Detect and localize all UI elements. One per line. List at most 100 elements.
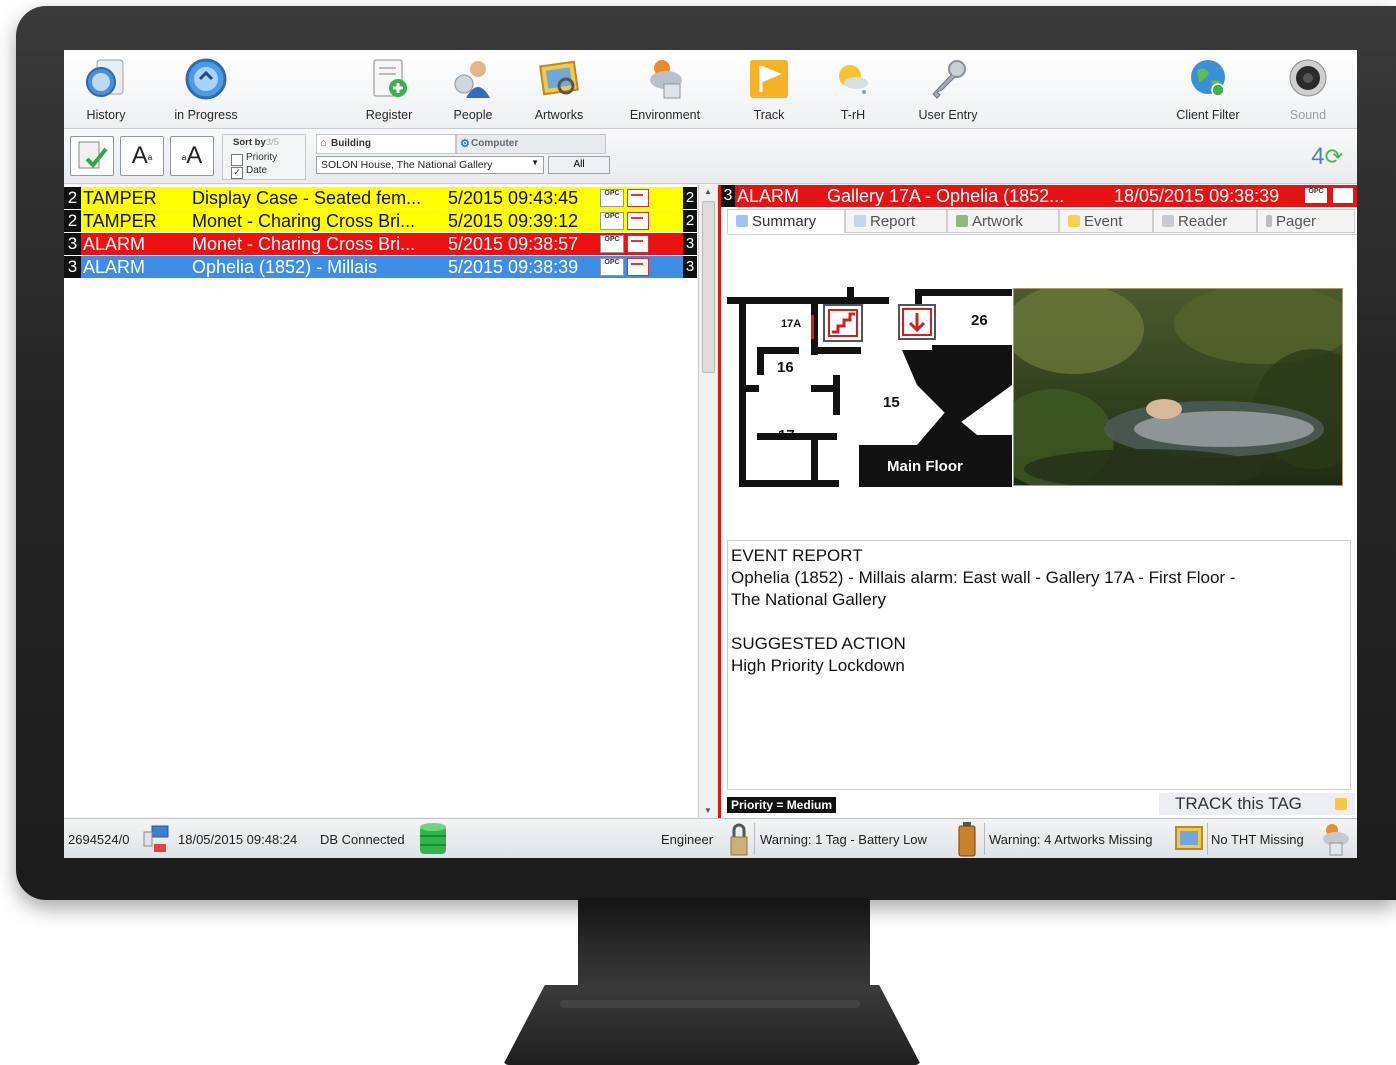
detail-priority: 3: [721, 185, 735, 207]
font-increase-button[interactable]: ᵃA: [170, 136, 214, 176]
toolbar-track-button[interactable]: Track: [742, 52, 796, 126]
register-icon: [373, 59, 407, 97]
building-icon: ⌂: [320, 137, 327, 149]
tab-event[interactable]: Event: [1059, 209, 1153, 233]
tab-artwork-label: Artwork: [972, 213, 1023, 230]
location-all-label: All: [573, 159, 585, 170]
event-row-selected[interactable]: 3 ALARM Ophelia (1852) - Millais 5/2015 …: [64, 256, 697, 278]
status-user: Engineer: [661, 832, 714, 847]
event-priority: 3: [64, 233, 81, 255]
refresh-icon: ⟳: [1324, 144, 1343, 169]
monitor-stand-base: [503, 985, 921, 1065]
toolbar-in-progress-button[interactable]: in Progress: [164, 52, 248, 126]
speaker-icon: [1289, 59, 1327, 97]
tab-reader[interactable]: Reader: [1153, 209, 1257, 233]
tab-summary[interactable]: Summary: [727, 209, 845, 233]
artwork-missing-icon: [1174, 823, 1204, 856]
opc-badge: OPC: [600, 212, 624, 230]
tab-artwork[interactable]: Artwork: [947, 209, 1059, 233]
scrollbar-thumb[interactable]: [702, 201, 715, 373]
event-row[interactable]: 3 ALARM Monet - Charing Cross Bri... 5/2…: [64, 233, 697, 255]
key-icon: [932, 60, 966, 99]
event-priority: 3: [64, 256, 81, 278]
toolbar-sound-button[interactable]: Sound: [1280, 52, 1336, 126]
sort-date-checkbox[interactable]: ✓: [231, 167, 243, 179]
opc-badge: OPC: [600, 258, 624, 276]
priority-strip: 2 2 3 3: [683, 185, 697, 278]
toolbar-trh-button[interactable]: T-rH: [828, 52, 878, 126]
event-time: 5/2015 09:38:39: [448, 257, 579, 277]
toolbar-history-button[interactable]: History: [76, 52, 136, 126]
event-detail-pane: 3 ALARM Gallery 17A - Ophelia (1852... 1…: [718, 185, 1357, 818]
priority-badge: Priority = Medium: [727, 797, 837, 813]
document-check-icon: [78, 141, 108, 169]
room-17-label: 17: [778, 427, 795, 444]
toolbar-artworks-button[interactable]: Artworks: [526, 52, 592, 126]
lock-icon: [728, 821, 750, 858]
scroll-up-icon[interactable]: ▲: [704, 187, 712, 196]
app-screen: History in Progress Register People Artw…: [64, 50, 1357, 858]
font-decrease-button[interactable]: Aᵃ: [120, 136, 164, 176]
event-icon: [1068, 215, 1080, 227]
tab-building-label: Building: [331, 138, 371, 149]
sort-priority-label: Priority: [246, 152, 278, 163]
track-flag-icon: [750, 60, 788, 98]
location-filter: ⌂ Building ⚙ Computer SOLON House, The N…: [316, 134, 614, 180]
filter-toolbar: Aᵃ ᵃA Sort by3/5 Priority ✓ Date ⌂ Build…: [64, 129, 1357, 184]
tab-computer[interactable]: ⚙ Computer: [456, 134, 606, 154]
suggested-action-heading: SUGGESTED ACTION: [731, 634, 906, 653]
event-type: ALARM: [83, 234, 146, 254]
detail-tabs: Summary Report Artwork Event Reader Page…: [727, 209, 1357, 235]
event-description: Monet - Charing Cross Bri...: [192, 211, 416, 231]
report-text: Ophelia (1852) - Millais alarm: East wal…: [731, 568, 1236, 587]
artwork-image[interactable]: [1013, 288, 1343, 486]
status-db: DB Connected: [320, 832, 405, 847]
location-all-button[interactable]: All: [548, 156, 610, 174]
network-icon: [142, 824, 172, 857]
battery-icon: [956, 821, 978, 858]
globe-icon: [1191, 60, 1225, 97]
alarm-count: 4: [1311, 143, 1325, 170]
scroll-down-icon[interactable]: ▼: [704, 806, 712, 815]
summary-icon: [736, 215, 748, 227]
opc-badge: OPC: [600, 235, 624, 253]
people-icon: [454, 61, 490, 98]
sort-priority-checkbox[interactable]: [231, 154, 243, 166]
event-row[interactable]: 2 TAMPER Display Case - Seated fem... 5/…: [64, 187, 697, 209]
main-toolbar: History in Progress Register People Artw…: [64, 50, 1357, 129]
tab-report[interactable]: Report: [845, 209, 947, 233]
event-description: Ophelia (1852) - Millais: [192, 257, 378, 277]
event-type: ALARM: [83, 257, 146, 277]
location-select[interactable]: SOLON House, The National Gallery ▼: [316, 156, 544, 174]
tab-pager[interactable]: Pager: [1257, 209, 1355, 233]
event-type: TAMPER: [83, 211, 157, 231]
floor-plan-map[interactable]: 17A 26 16 15 17 Main Floor: [727, 285, 1012, 487]
artworks-icon: [539, 60, 579, 96]
pager-icon: [627, 235, 649, 253]
event-time: 5/2015 09:38:57: [448, 234, 579, 254]
weather-icon: [1318, 821, 1350, 858]
tab-computer-label: Computer: [471, 138, 519, 149]
toolbar-register-button[interactable]: Register: [358, 52, 420, 126]
tab-building[interactable]: ⌂ Building: [316, 134, 456, 154]
toolbar-people-button[interactable]: People: [444, 52, 502, 126]
report-heading: EVENT REPORT: [731, 546, 863, 565]
report-text: The National Gallery: [731, 590, 886, 609]
event-row[interactable]: 2 TAMPER Monet - Charing Cross Bri... 5/…: [64, 210, 697, 232]
strip-priority: 2: [683, 210, 697, 232]
acknowledge-button[interactable]: [70, 136, 114, 176]
pager-icon: [627, 189, 649, 207]
sort-by-label: Sort by: [233, 137, 266, 148]
tab-reader-label: Reader: [1178, 213, 1228, 230]
reader-icon: [1162, 215, 1174, 227]
toolbar-environment-button[interactable]: Environment: [620, 52, 710, 126]
sort-by-faded-label: 3/5: [265, 137, 279, 148]
toolbar-client-filter-button[interactable]: Client Filter: [1166, 52, 1250, 126]
strip-priority: 2: [683, 187, 697, 209]
track-tag-button[interactable]: TRACK this TAG: [1159, 793, 1355, 815]
toolbar-user-entry-button[interactable]: User Entry: [908, 52, 988, 126]
computer-icon: ⚙: [460, 138, 470, 150]
event-description: Display Case - Seated fem...: [192, 188, 422, 208]
event-list-scrollbar[interactable]: ▲ ▼: [698, 185, 717, 817]
opc-badge: OPC: [1305, 188, 1327, 203]
